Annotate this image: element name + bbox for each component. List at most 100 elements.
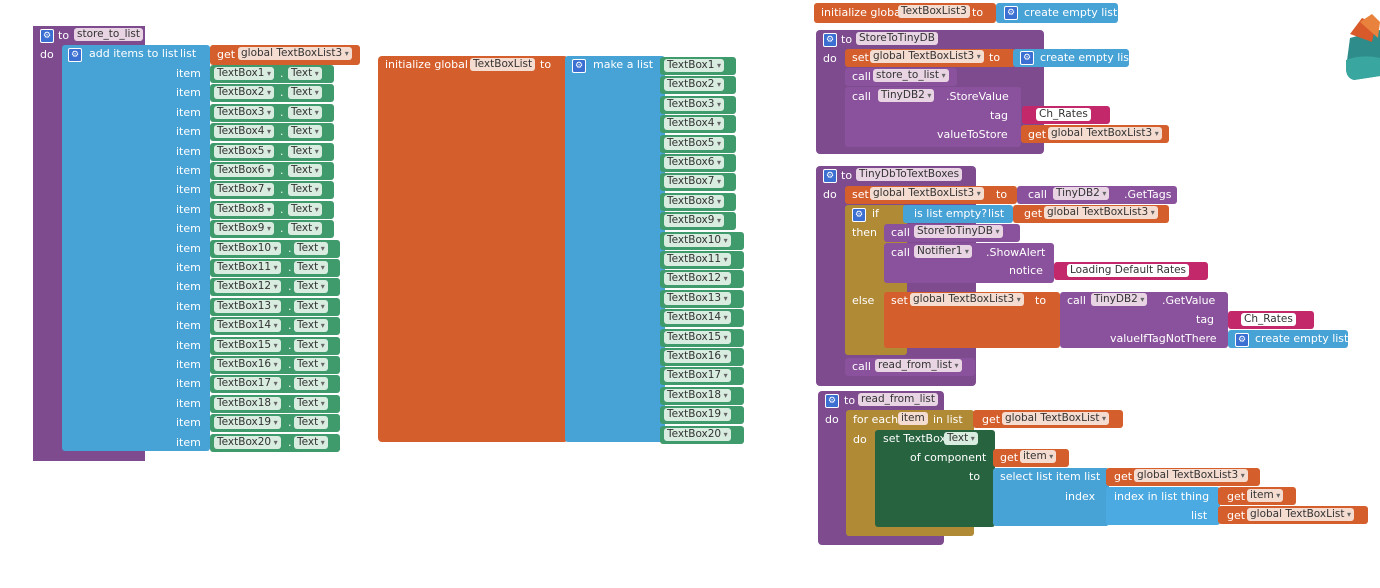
proc-dropdown[interactable]: store_to_list (873, 69, 949, 82)
component-block[interactable]: TextBox3 (660, 95, 736, 114)
component-block[interactable]: TextBox12 (660, 270, 744, 289)
property-dropdown[interactable]: Text (288, 86, 322, 100)
component-dropdown[interactable]: TinyDB2 (878, 89, 935, 102)
component-dropdown[interactable]: TextBox8 (664, 194, 724, 208)
property-dropdown[interactable]: Text (294, 416, 328, 430)
component-block[interactable]: TextBox5 (660, 134, 736, 153)
get-var-dropdown[interactable]: global TextBoxList3 (1048, 127, 1162, 140)
component-dropdown[interactable]: TextBox19 (664, 408, 731, 422)
component-dropdown[interactable]: TextBox14 (664, 311, 731, 325)
get-var-dropdown[interactable]: global TextBoxList3 (1044, 206, 1158, 219)
component-block[interactable]: TextBox7 (660, 173, 736, 192)
property-dropdown[interactable]: Text (294, 396, 328, 410)
component-dropdown[interactable]: TextBox2 (664, 78, 724, 92)
component-dropdown[interactable]: TinyDB2 (1053, 187, 1110, 200)
component-block[interactable]: TextBox19 (660, 406, 744, 425)
text-prop-dropdown[interactable]: Text (944, 432, 978, 445)
gear-icon[interactable]: ⚙ (1004, 6, 1018, 20)
component-dropdown[interactable]: TextBox10 (214, 241, 281, 255)
item-var-field[interactable]: item (898, 412, 928, 425)
component-dropdown[interactable]: TextBox3 (214, 105, 274, 119)
component-dropdown[interactable]: TextBox4 (664, 117, 724, 131)
component-block[interactable]: TextBox2 (660, 76, 736, 95)
component-block[interactable]: TextBox6 (660, 154, 736, 172)
list-var-dropdown[interactable]: global TextBoxList3 (238, 47, 352, 60)
property-dropdown[interactable]: Text (294, 261, 328, 274)
component-dropdown[interactable]: TextBox15 (214, 338, 281, 352)
component-block[interactable]: TextBox16 (660, 348, 744, 366)
component-dropdown[interactable]: TextBox9 (664, 214, 724, 228)
gear-icon[interactable]: ⚙ (823, 169, 837, 183)
property-dropdown[interactable]: Text (294, 338, 328, 352)
component-dropdown[interactable]: TextBox10 (664, 233, 731, 247)
component-dropdown[interactable]: TextBox18 (214, 396, 281, 410)
component-dropdown[interactable]: TextBox1 (214, 67, 274, 80)
component-block[interactable]: TextBox11 (660, 251, 744, 269)
component-dropdown[interactable]: TextBox16 (664, 350, 731, 363)
property-dropdown[interactable]: Text (288, 183, 322, 197)
gear-icon[interactable]: ⚙ (68, 48, 82, 62)
component-dropdown[interactable]: TextBox5 (664, 136, 724, 150)
component-dropdown[interactable]: TextBox1 (664, 59, 724, 72)
gear-icon[interactable]: ⚙ (1235, 333, 1249, 347)
component-dropdown[interactable]: TextBox8 (214, 202, 274, 216)
component-block[interactable]: TextBox13 (660, 289, 744, 308)
textboxlist-name-field[interactable]: TextBoxList (470, 58, 536, 71)
component-dropdown[interactable]: TextBox12 (214, 280, 281, 294)
component-dropdown[interactable]: TextBox12 (664, 272, 731, 286)
component-dropdown[interactable]: TextBox15 (664, 330, 731, 344)
proc-name-field[interactable]: StoreToTinyDB (856, 32, 938, 45)
gear-icon[interactable]: ⚙ (825, 394, 839, 408)
make-list-block[interactable] (565, 56, 665, 442)
component-block[interactable]: TextBox10 (660, 231, 744, 250)
component-dropdown[interactable]: TextBox20 (664, 427, 731, 441)
set-var-dropdown[interactable]: global TextBoxList3 (910, 293, 1024, 306)
component-dropdown[interactable]: TextBox18 (664, 388, 731, 402)
component-block[interactable]: TextBox8 (660, 192, 736, 211)
property-dropdown[interactable]: Text (294, 435, 328, 449)
property-dropdown[interactable]: Text (294, 358, 328, 371)
notice-text-field[interactable]: Loading Default Rates (1067, 264, 1190, 277)
get-var-dropdown[interactable]: global TextBoxList3 (1134, 469, 1248, 482)
component-dropdown[interactable]: TextBox20 (214, 435, 281, 449)
component-dropdown[interactable]: TextBox3 (664, 97, 724, 111)
component-dropdown[interactable]: TextBox11 (214, 261, 281, 274)
proc-name-field[interactable]: read_from_list (858, 393, 939, 406)
property-dropdown[interactable]: Text (288, 222, 322, 236)
property-dropdown[interactable]: Text (294, 241, 328, 255)
proc-name-field[interactable]: TinyDbToTextBoxes (856, 168, 963, 181)
component-block[interactable]: TextBox20 (660, 425, 744, 444)
gear-icon[interactable]: ⚙ (40, 29, 54, 43)
get-var-dropdown[interactable]: global TextBoxList (1002, 412, 1110, 425)
gear-icon[interactable]: ⚙ (852, 208, 866, 222)
item-dropdown[interactable]: item (1020, 450, 1057, 463)
component-dropdown[interactable]: TextBox2 (214, 86, 274, 100)
gear-icon[interactable]: ⚙ (572, 59, 586, 73)
component-block[interactable]: TextBox14 (660, 309, 744, 328)
component-block[interactable]: TextBox15 (660, 328, 744, 347)
proc-dropdown[interactable]: StoreToTinyDB (914, 225, 1003, 238)
proc-name-field[interactable]: store_to_list (74, 28, 144, 41)
backpack-icon[interactable] (1342, 14, 1380, 90)
component-dropdown[interactable]: TextBox9 (214, 222, 274, 236)
property-dropdown[interactable]: Text (288, 105, 322, 119)
component-dropdown[interactable]: TextBox17 (664, 369, 731, 383)
component-dropdown[interactable]: TextBox17 (214, 377, 281, 391)
component-dropdown[interactable]: TextBox16 (214, 358, 281, 371)
component-dropdown[interactable]: TextBox6 (664, 156, 724, 169)
component-dropdown[interactable]: TextBox13 (664, 291, 731, 305)
component-block[interactable]: TextBox1 (660, 57, 736, 75)
property-dropdown[interactable]: Text (294, 280, 328, 294)
property-dropdown[interactable]: Text (288, 125, 322, 139)
item-dropdown[interactable]: item (1247, 489, 1284, 502)
component-block[interactable]: TextBox18 (660, 386, 744, 405)
set-var-dropdown[interactable]: global TextBoxList3 (870, 50, 984, 63)
property-dropdown[interactable]: Text (288, 144, 322, 158)
component-dropdown[interactable]: TextBox7 (664, 175, 724, 189)
gear-icon[interactable]: ⚙ (823, 33, 837, 47)
textboxlist3-name-field[interactable]: TextBoxList3 (898, 5, 970, 18)
get-var-dropdown[interactable]: global TextBoxList (1247, 508, 1355, 521)
property-dropdown[interactable]: Text (294, 299, 328, 313)
property-dropdown[interactable]: Text (294, 319, 328, 333)
component-dropdown[interactable]: TextBox7 (214, 183, 274, 197)
